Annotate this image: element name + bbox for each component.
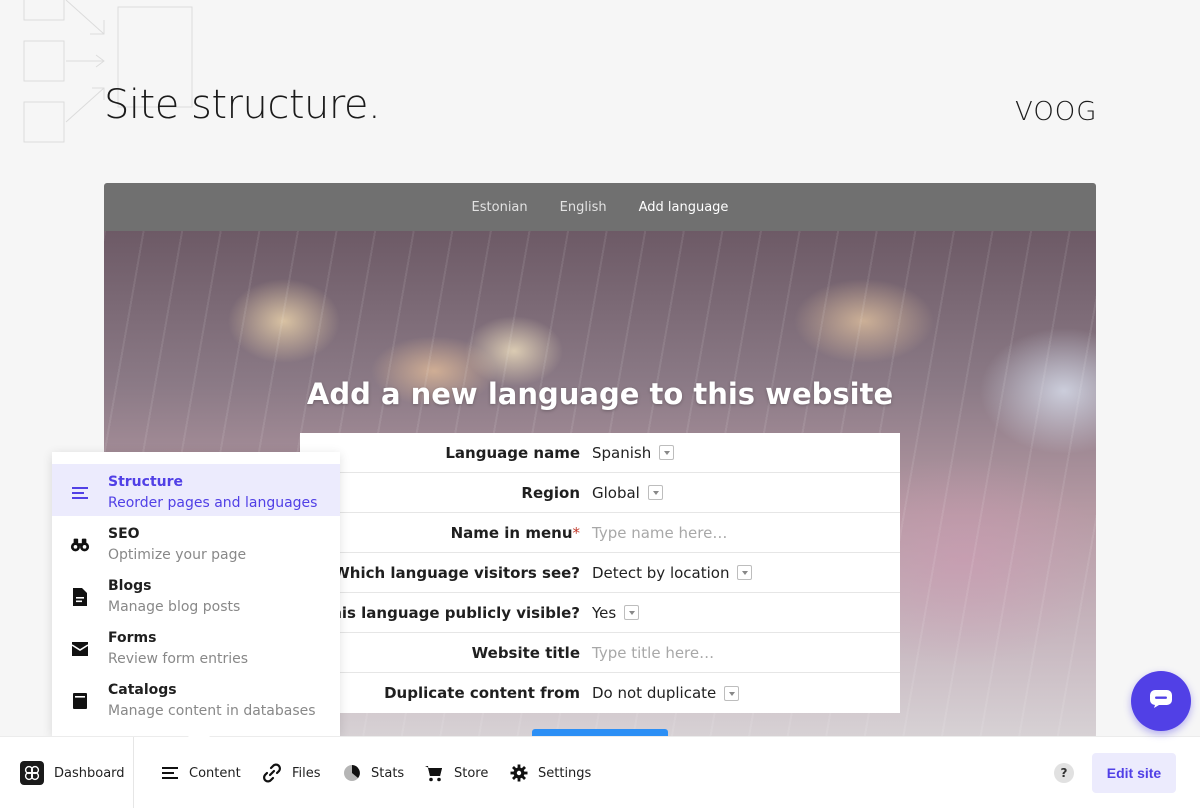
menu-item-subtitle: Manage blog posts bbox=[108, 599, 241, 615]
field-value: Detect by location bbox=[592, 563, 730, 582]
form-row-region: Region Global bbox=[300, 473, 900, 513]
form-row-language-name: Language name Spanish bbox=[300, 433, 900, 473]
add-language-form: Language name Spanish Region Global Name… bbox=[300, 433, 900, 713]
files-label: Files bbox=[292, 765, 321, 781]
field-label: Language name bbox=[445, 443, 580, 462]
store-label: Store bbox=[454, 765, 489, 781]
gear-icon bbox=[510, 764, 528, 782]
content-label: Content bbox=[189, 765, 241, 781]
bottom-toolbar: Dashboard Content Files Stats Store Sett… bbox=[0, 736, 1200, 808]
menu-item-title: SEO bbox=[108, 526, 140, 542]
field-value: Spanish bbox=[592, 443, 652, 462]
menu-item-title: Structure bbox=[108, 474, 184, 490]
voog-logo: VOOG bbox=[1015, 97, 1098, 127]
content-icon bbox=[161, 766, 179, 780]
field-label: Name in menu* bbox=[300, 524, 592, 542]
dashboard-button[interactable]: Dashboard bbox=[20, 761, 125, 785]
form-row-duplicate-content: Duplicate content from Do not duplicate bbox=[300, 673, 900, 713]
stats-label: Stats bbox=[371, 765, 405, 781]
settings-button[interactable]: Settings bbox=[510, 761, 591, 785]
menu-item-subtitle: Reorder pages and languages bbox=[108, 495, 318, 511]
required-mark: * bbox=[572, 523, 581, 542]
chevron-down-icon[interactable] bbox=[647, 485, 663, 500]
help-button[interactable]: ? bbox=[1054, 763, 1074, 783]
chat-button[interactable] bbox=[1131, 671, 1191, 731]
menu-item-catalogs[interactable]: Catalogs Manage content in databases bbox=[52, 672, 340, 724]
envelope-icon bbox=[70, 639, 90, 659]
name-in-menu-input[interactable]: Type name here… bbox=[592, 524, 727, 542]
field-label: Website title bbox=[471, 643, 580, 662]
field-label: Which language visitors see? bbox=[333, 563, 580, 582]
files-button[interactable]: Files bbox=[262, 761, 321, 785]
voog-app-icon bbox=[20, 761, 44, 785]
field-value: Global bbox=[592, 483, 640, 502]
chevron-down-icon[interactable] bbox=[624, 605, 640, 620]
cart-icon bbox=[424, 764, 444, 782]
menu-pointer bbox=[188, 736, 210, 750]
form-row-public-visibility: Is this language publicly visible? Yes bbox=[300, 593, 900, 633]
toolbar-divider bbox=[133, 737, 134, 808]
tab-english[interactable]: English bbox=[560, 200, 607, 215]
visitor-language-select[interactable]: Detect by location bbox=[592, 563, 753, 582]
content-menu: Structure Reorder pages and languages SE… bbox=[52, 452, 340, 736]
chevron-down-icon[interactable] bbox=[659, 445, 675, 460]
duplicate-content-select[interactable]: Do not duplicate bbox=[592, 684, 740, 702]
menu-item-forms[interactable]: Forms Review form entries bbox=[52, 620, 340, 672]
stats-button[interactable]: Stats bbox=[343, 761, 404, 785]
page-title: Site structure. bbox=[104, 82, 381, 128]
menu-item-seo[interactable]: SEO Optimize your page bbox=[52, 516, 340, 568]
menu-item-subtitle: Manage content in databases bbox=[108, 703, 316, 719]
structure-icon bbox=[70, 483, 90, 503]
document-icon bbox=[70, 587, 90, 607]
form-heading: Add a new language to this website bbox=[306, 377, 894, 411]
menu-item-subtitle: Review form entries bbox=[108, 651, 249, 667]
menu-item-title: Catalogs bbox=[108, 682, 177, 698]
field-label-text: Name in menu bbox=[450, 523, 573, 542]
field-label: Duplicate content from bbox=[384, 684, 580, 702]
catalog-icon bbox=[70, 691, 90, 711]
tab-add-language[interactable]: Add language bbox=[639, 200, 729, 215]
menu-item-subtitle: Optimize your page bbox=[108, 547, 247, 563]
binoculars-icon bbox=[70, 535, 90, 555]
content-button[interactable]: Content bbox=[161, 761, 241, 785]
menu-item-structure[interactable]: Structure Reorder pages and languages bbox=[52, 464, 340, 516]
pie-chart-icon bbox=[343, 764, 361, 782]
edit-site-button[interactable]: Edit site bbox=[1092, 753, 1176, 793]
region-select[interactable]: Global bbox=[592, 484, 663, 502]
chevron-down-icon[interactable] bbox=[737, 565, 753, 580]
language-tabs: Estonian English Add language bbox=[104, 183, 1096, 231]
dashboard-label: Dashboard bbox=[54, 765, 125, 781]
tab-estonian[interactable]: Estonian bbox=[472, 200, 528, 215]
settings-label: Settings bbox=[538, 765, 592, 781]
chat-icon bbox=[1149, 689, 1173, 713]
field-value: Yes bbox=[592, 603, 617, 622]
field-label: Region bbox=[521, 483, 580, 502]
form-row-visitor-language: Which language visitors see? Detect by l… bbox=[300, 553, 900, 593]
public-visibility-select[interactable]: Yes bbox=[592, 603, 640, 622]
website-title-input[interactable]: Type title here… bbox=[592, 644, 714, 662]
form-row-website-title: Website title Type title here… bbox=[300, 633, 900, 673]
field-label: Is this language publicly visible? bbox=[304, 603, 580, 622]
link-icon bbox=[262, 763, 282, 783]
field-value: Do not duplicate bbox=[592, 684, 717, 702]
chevron-down-icon[interactable] bbox=[724, 685, 740, 701]
store-button[interactable]: Store bbox=[424, 761, 488, 785]
menu-item-title: Forms bbox=[108, 630, 157, 646]
menu-item-blogs[interactable]: Blogs Manage blog posts bbox=[52, 568, 340, 620]
language-name-select[interactable]: Spanish bbox=[592, 443, 675, 462]
menu-item-title: Blogs bbox=[108, 578, 152, 594]
form-row-name-in-menu: Name in menu* Type name here… bbox=[300, 513, 900, 553]
